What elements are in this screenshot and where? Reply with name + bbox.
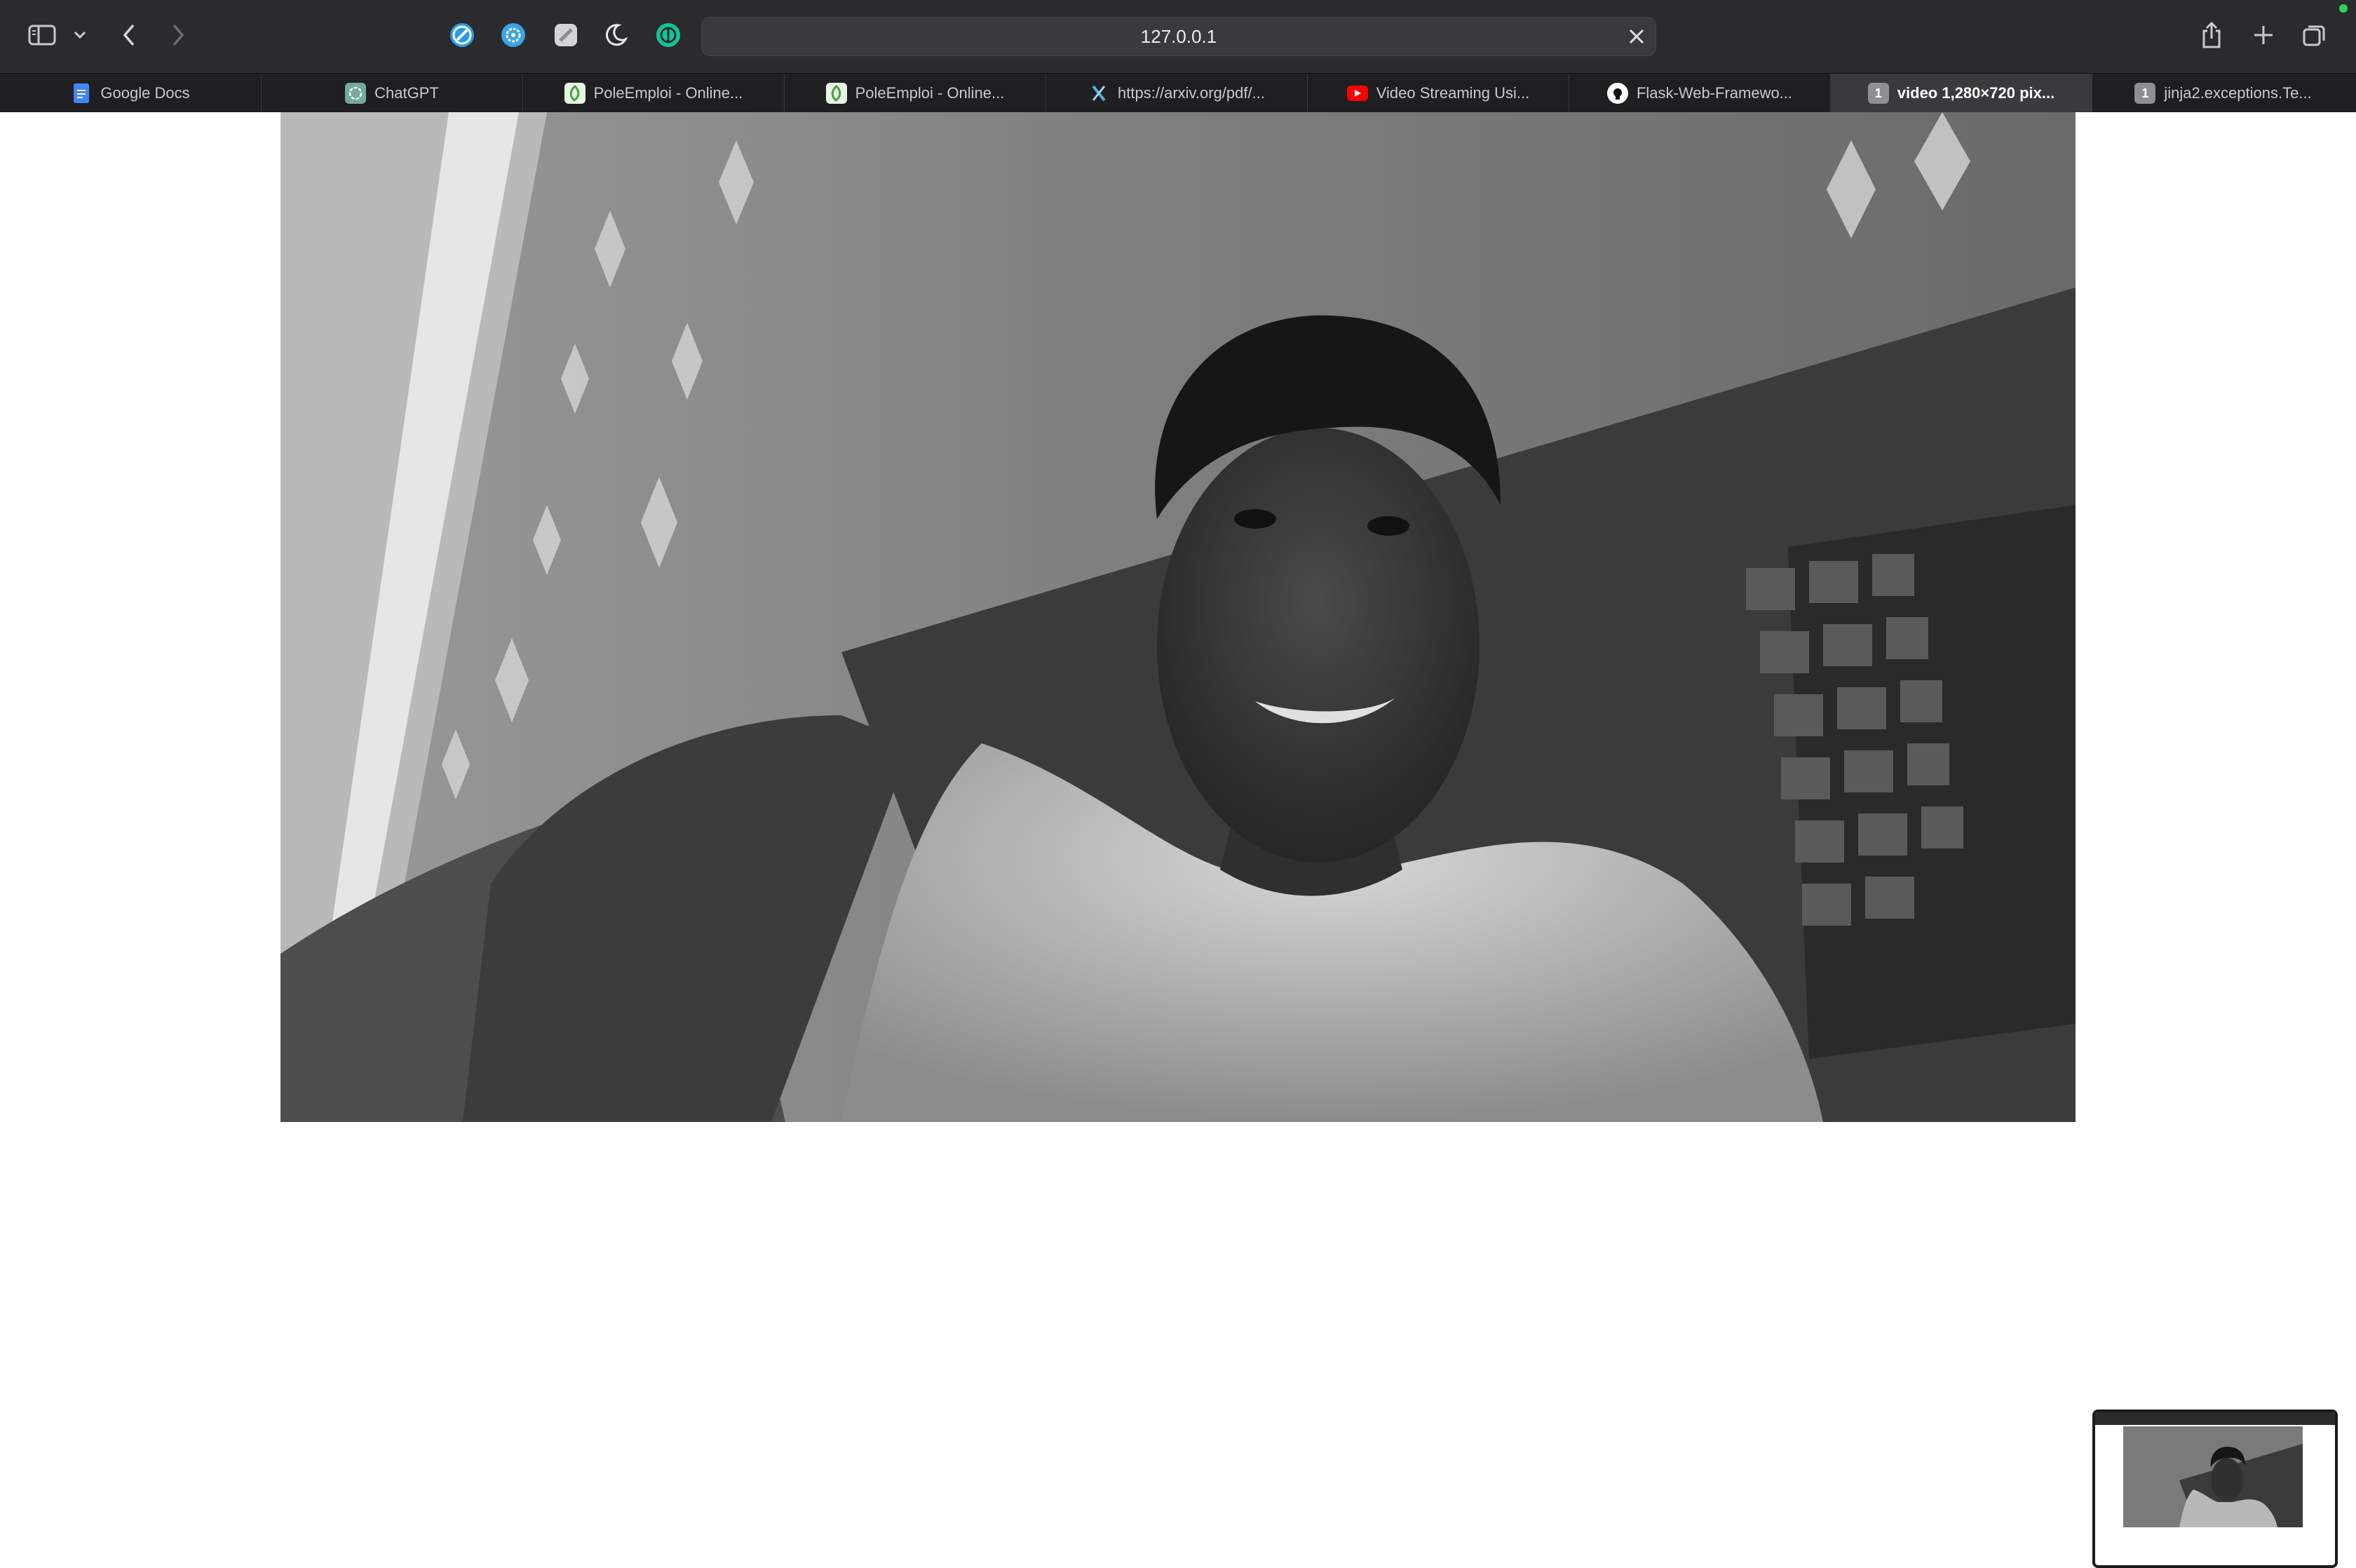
youtube-icon: [1346, 86, 1368, 101]
extension-button-1[interactable]: [448, 21, 476, 49]
pip-toolbar-preview: [2095, 1412, 2335, 1425]
sidebar-menu-chevron-button[interactable]: [70, 27, 90, 43]
tab-3[interactable]: PoleEmploi - Online...: [523, 74, 785, 113]
tab-label: jinja2.exceptions.Te...: [2164, 84, 2312, 102]
dark-mode-extension-button[interactable]: [602, 21, 630, 49]
tab-number-icon: 1: [2134, 83, 2156, 104]
tab-overview-button[interactable]: [2300, 21, 2328, 49]
chatgpt-icon: [345, 83, 367, 104]
pip-video-preview: [2123, 1426, 2303, 1527]
tab-label: PoleEmploi - Online...: [855, 84, 1005, 102]
tab-7[interactable]: Flask-Web-Framewo...: [1569, 74, 1831, 113]
google-docs-icon: [71, 83, 92, 104]
tab-label: Flask-Web-Framewo...: [1636, 84, 1793, 102]
github-icon: [1606, 83, 1628, 104]
share-icon: [2202, 21, 2221, 48]
extension-button-5[interactable]: [654, 21, 682, 49]
tab-label: Video Streaming Usi...: [1376, 84, 1530, 102]
sidebar-toggle-button[interactable]: [27, 22, 57, 48]
webcam-frame-image: [280, 112, 2076, 1122]
tab-6[interactable]: Video Streaming Usi...: [1308, 74, 1569, 113]
tab-number-icon: 1: [1867, 83, 1889, 104]
tab-label: ChatGPT: [374, 84, 439, 102]
browser-toolbar: 127.0.0.1: [0, 0, 2356, 73]
overleaf-icon: [825, 83, 847, 104]
extension-button-3[interactable]: [552, 21, 580, 49]
extension-button-2[interactable]: [499, 21, 527, 49]
compass-extension-icon: [450, 23, 474, 47]
close-icon: [1629, 29, 1644, 44]
address-text[interactable]: 127.0.0.1: [702, 18, 1656, 55]
shield-extension-icon: [555, 24, 577, 46]
overleaf-icon: [564, 83, 585, 104]
clear-address-button[interactable]: [1626, 26, 1647, 47]
chevron-down-icon: [74, 31, 86, 39]
tab-label: https://arxiv.org/pdf/...: [1118, 84, 1265, 102]
tab-label: video 1,280×720 pix...: [1897, 84, 2055, 102]
tab-overview-icon: [2303, 25, 2325, 46]
grammar-extension-icon: [656, 23, 680, 47]
tab-badge: 1: [1874, 86, 1882, 100]
tab-8[interactable]: 1 video 1,280×720 pix...: [1831, 74, 2092, 113]
tab-5[interactable]: https://arxiv.org/pdf/...: [1046, 74, 1308, 113]
recording-indicator: [2339, 4, 2348, 13]
forward-button[interactable]: [165, 21, 191, 49]
picture-in-picture-thumbnail[interactable]: [2092, 1410, 2338, 1568]
arxiv-icon: [1088, 83, 1109, 104]
tab-2[interactable]: ChatGPT: [262, 74, 523, 113]
plus-icon: [2254, 26, 2273, 44]
address-bar[interactable]: 127.0.0.1: [701, 17, 1656, 56]
tab-4[interactable]: PoleEmploi - Online...: [785, 74, 1046, 113]
tab-1[interactable]: Google Docs: [0, 74, 262, 113]
share-button[interactable]: [2198, 18, 2226, 52]
tab-label: PoleEmploi - Online...: [593, 84, 743, 102]
chevron-left-icon: [123, 24, 135, 46]
sidebar-icon: [28, 25, 56, 46]
pip-webcam-image: [2123, 1426, 2303, 1527]
tab-bar: Google Docs ChatGPT PoleEmploi - Online...…: [0, 73, 2356, 113]
chevron-right-icon: [172, 24, 184, 46]
moon-icon: [605, 24, 628, 46]
tab-label: Google Docs: [100, 84, 190, 102]
video-stream[interactable]: [280, 112, 2076, 1122]
tab-badge: 1: [2141, 86, 2149, 100]
gear-extension-icon: [501, 23, 525, 47]
back-button[interactable]: [116, 21, 142, 49]
page-content: [0, 112, 2356, 1568]
tab-9[interactable]: 1 jinja2.exceptions.Te...: [2092, 74, 2354, 113]
new-tab-button[interactable]: [2249, 21, 2277, 49]
